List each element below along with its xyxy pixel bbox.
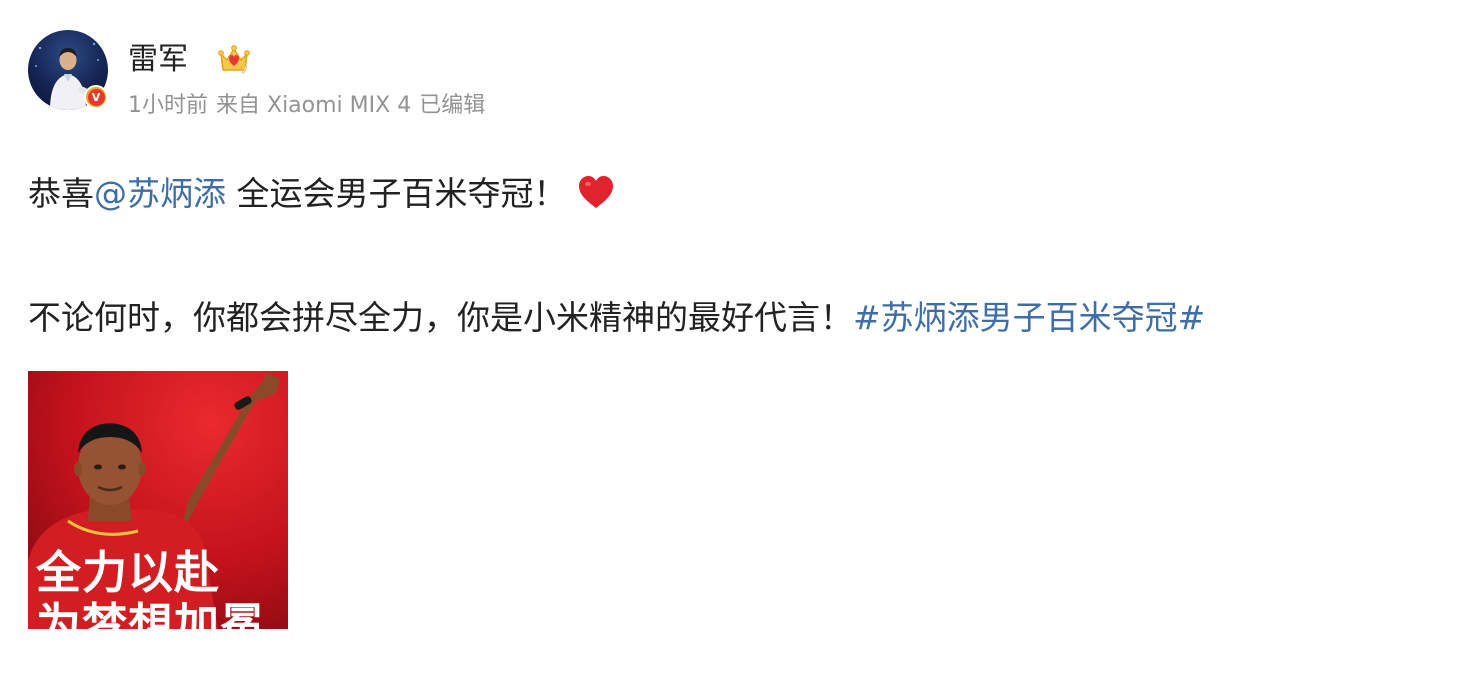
weibo-post: V 雷军 7 1小时前 来自 Xiaomi MIX 4 已编辑 恭喜@苏炳添 全运会… [0,0,1468,674]
svg-text:7: 7 [241,66,247,76]
post-source: 来自 Xiaomi MIX 4 [216,93,412,118]
mention-link[interactable]: @苏炳添 [94,174,226,213]
image-caption-1: 全力以赴 [36,546,221,599]
post-time[interactable]: 1小时前 [128,93,208,118]
edited-label[interactable]: 已编辑 [419,93,485,118]
text-spirit: 不论何时，你都会拼尽全力，你是小米精神的最好代言！ [28,298,853,337]
post-meta: 1小时前 来自 Xiaomi MIX 4 已编辑 [128,91,485,121]
hashtag-link[interactable]: #苏炳添男子百米夺冠# [853,298,1205,337]
post-text-line-2: 不论何时，你都会拼尽全力，你是小米精神的最好代言！#苏炳添男子百米夺冠# [28,296,1205,340]
verified-v-icon: V [87,88,105,106]
text-championship: 全运会男子百米夺冠！ [226,174,567,213]
crown-icon[interactable]: 7 [216,42,252,78]
post-text-line-1: 恭喜@苏炳添 全运会男子百米夺冠！ [28,172,615,216]
text-congrats: 恭喜 [28,174,94,213]
username[interactable]: 雷军 [128,40,188,80]
verified-badge: V [84,85,108,109]
image-caption-2: 为梦想加冕 [36,598,267,630]
heart-icon [578,176,613,208]
post-image[interactable]: 全力以赴 为梦想加冕 [28,371,288,629]
